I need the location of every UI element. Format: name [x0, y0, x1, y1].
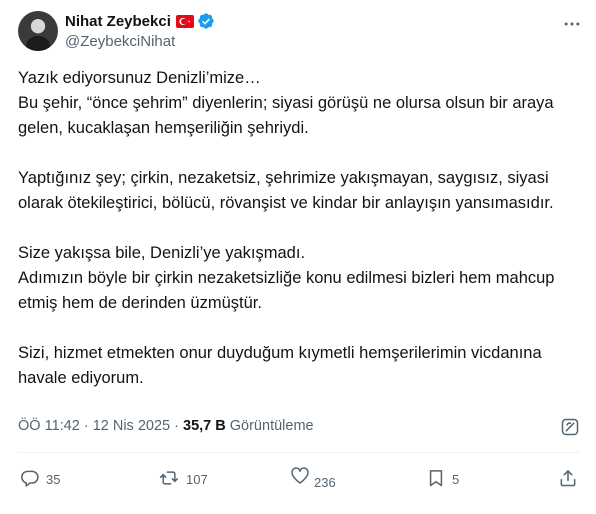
bookmark-button[interactable]: 5	[426, 468, 459, 491]
tweet-date[interactable]: 12 Nis 2025	[93, 418, 170, 434]
reply-button[interactable]: 35	[20, 468, 60, 491]
share-button[interactable]	[558, 468, 578, 491]
author-avatar[interactable]	[18, 11, 58, 51]
author-names: Nihat Zeybekci @ZeybekciNihat	[65, 10, 215, 50]
views-count: 35,7 B	[183, 418, 226, 434]
views-label: Görüntüleme	[229, 418, 314, 434]
tweet-time[interactable]: ÖÖ 11:42	[18, 418, 80, 434]
author-display-name[interactable]: Nihat Zeybekci	[65, 13, 171, 30]
verified-badge-icon	[197, 12, 215, 30]
heart-icon	[290, 466, 310, 489]
bookmark-icon	[426, 468, 446, 491]
turkey-flag-icon	[175, 14, 194, 28]
like-count: 236	[314, 475, 336, 490]
reply-icon	[20, 468, 40, 491]
tweet-card: Nihat Zeybekci @ZeybekciNihat Yazık ediy…	[0, 0, 596, 514]
divider	[18, 452, 580, 453]
more-options-icon[interactable]	[562, 14, 582, 34]
name-row: Nihat Zeybekci	[65, 11, 215, 31]
retweet-icon	[158, 468, 180, 491]
action-bar: 35 107 236 5	[18, 466, 580, 492]
bookmark-count: 5	[452, 472, 460, 487]
retweet-button[interactable]: 107	[158, 468, 208, 491]
tweet-text: Yazık ediyorsunuz Denizli’mize… Bu şehir…	[18, 69, 555, 387]
grok-icon[interactable]	[560, 417, 580, 437]
reply-count: 35	[46, 472, 61, 487]
share-icon	[558, 468, 578, 491]
tweet-meta: ÖÖ 11:42 · 12 Nis 2025 · 35,7 B Görüntül…	[18, 418, 314, 434]
author-handle[interactable]: @ZeybekciNihat	[65, 33, 215, 50]
retweet-count: 107	[186, 472, 208, 487]
tweet-header: Nihat Zeybekci @ZeybekciNihat	[18, 10, 582, 54]
like-button[interactable]: 236	[290, 466, 336, 490]
